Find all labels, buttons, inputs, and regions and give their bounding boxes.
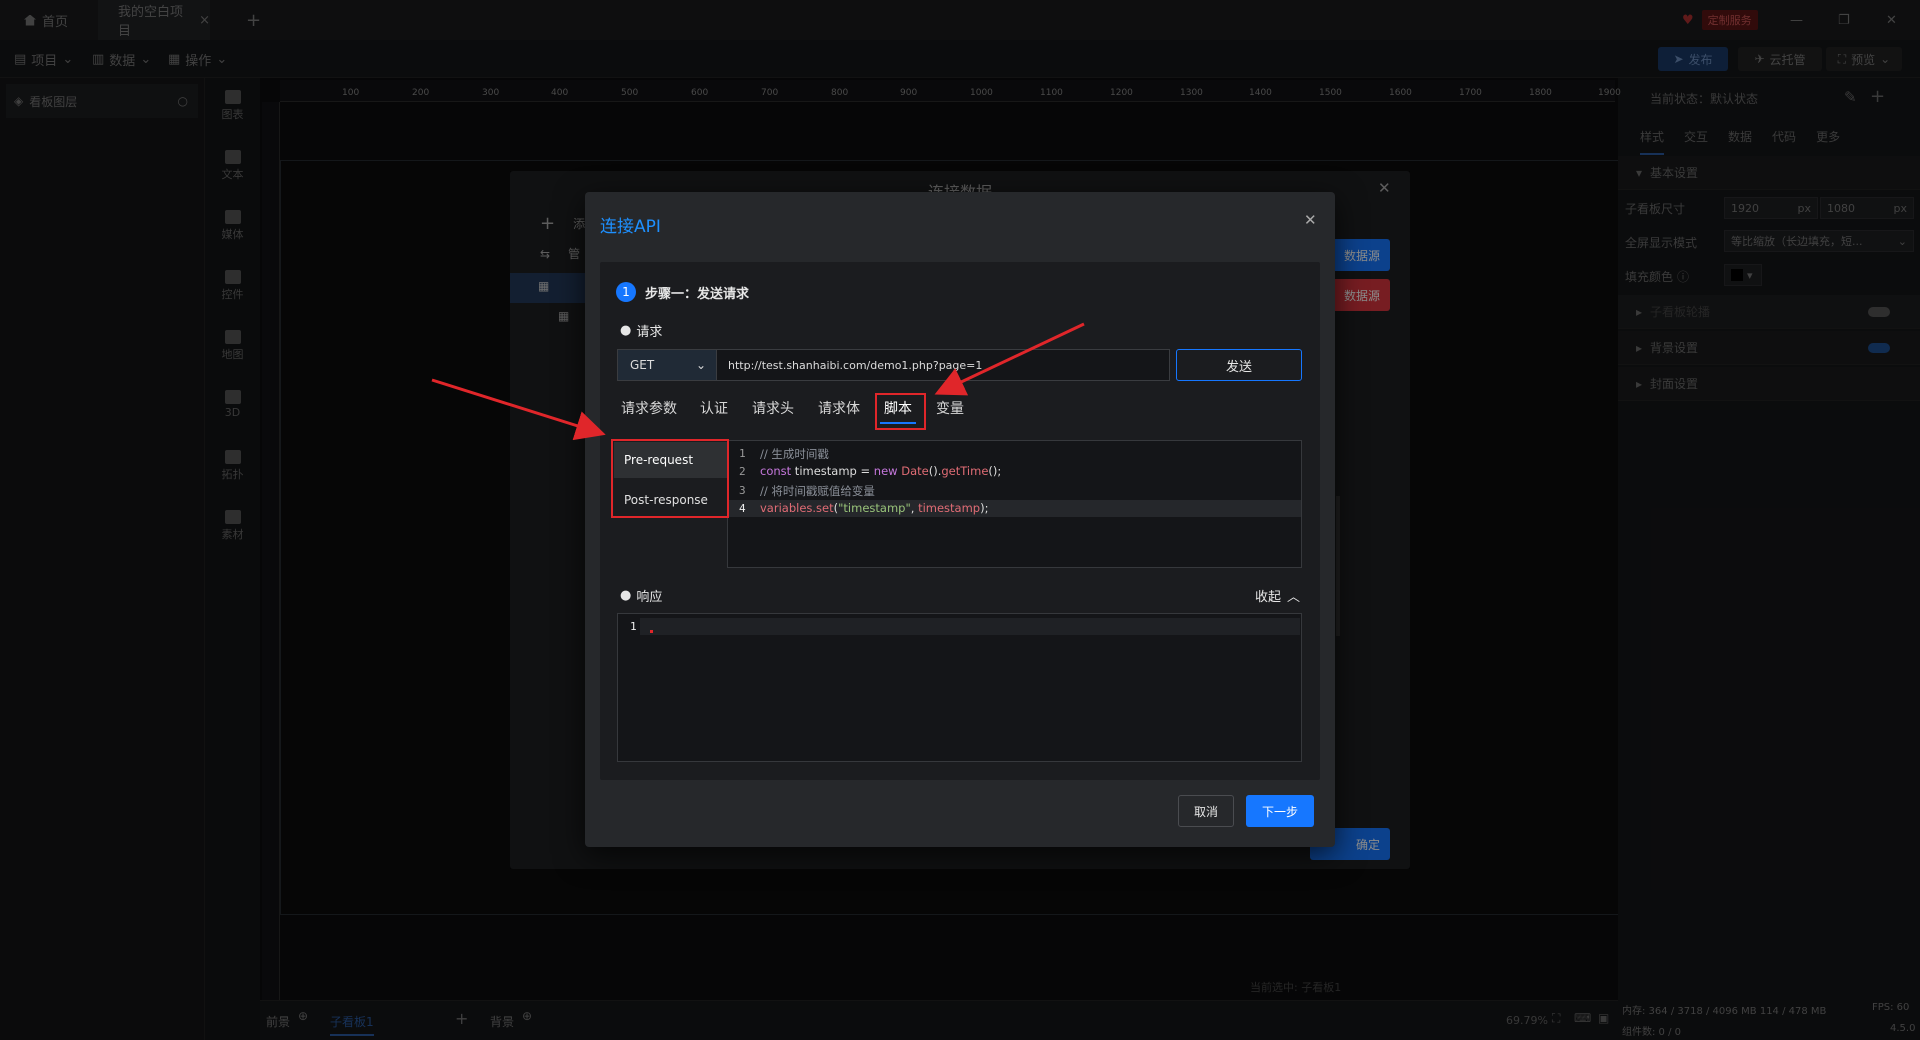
ruler-tick-label: 1900	[1598, 88, 1621, 98]
ruler-tick-label: 1300	[1180, 88, 1203, 98]
ruler-tick-label: 1500	[1319, 88, 1342, 98]
ruler-ticks: 100 200 300 400 500 600 700 800 900 1000 1100 1200 1…	[280, 88, 1621, 100]
ruler-tick-label: 700	[761, 88, 779, 98]
ruler-tick-label: 1800	[1529, 88, 1552, 98]
ruler-tick-label: 1700	[1459, 88, 1482, 98]
annotation-arrows	[431, 322, 1085, 441]
ruler-tick-label: 200	[412, 88, 430, 98]
ruler-tick-label: 400	[551, 88, 569, 98]
ruler-tick-label: 1200	[1110, 88, 1133, 98]
arrow-to-script-tabs	[431, 378, 606, 441]
ruler-tick-label: 300	[482, 88, 500, 98]
ruler-tick-label: 1000	[970, 88, 993, 98]
ruler-tick-label: 500	[621, 88, 639, 98]
ruler-tick-label: 800	[831, 88, 849, 98]
ruler-tick-label: 900	[900, 88, 918, 98]
arrow-to-script-tab	[934, 322, 1085, 396]
ruler-tick-label: 1400	[1249, 88, 1272, 98]
ruler-tick-label: 1600	[1389, 88, 1412, 98]
ruler-tick-label: 100	[342, 88, 360, 98]
ruler-tick-label: 600	[691, 88, 709, 98]
ruler-tick-label: 1100	[1040, 88, 1063, 98]
